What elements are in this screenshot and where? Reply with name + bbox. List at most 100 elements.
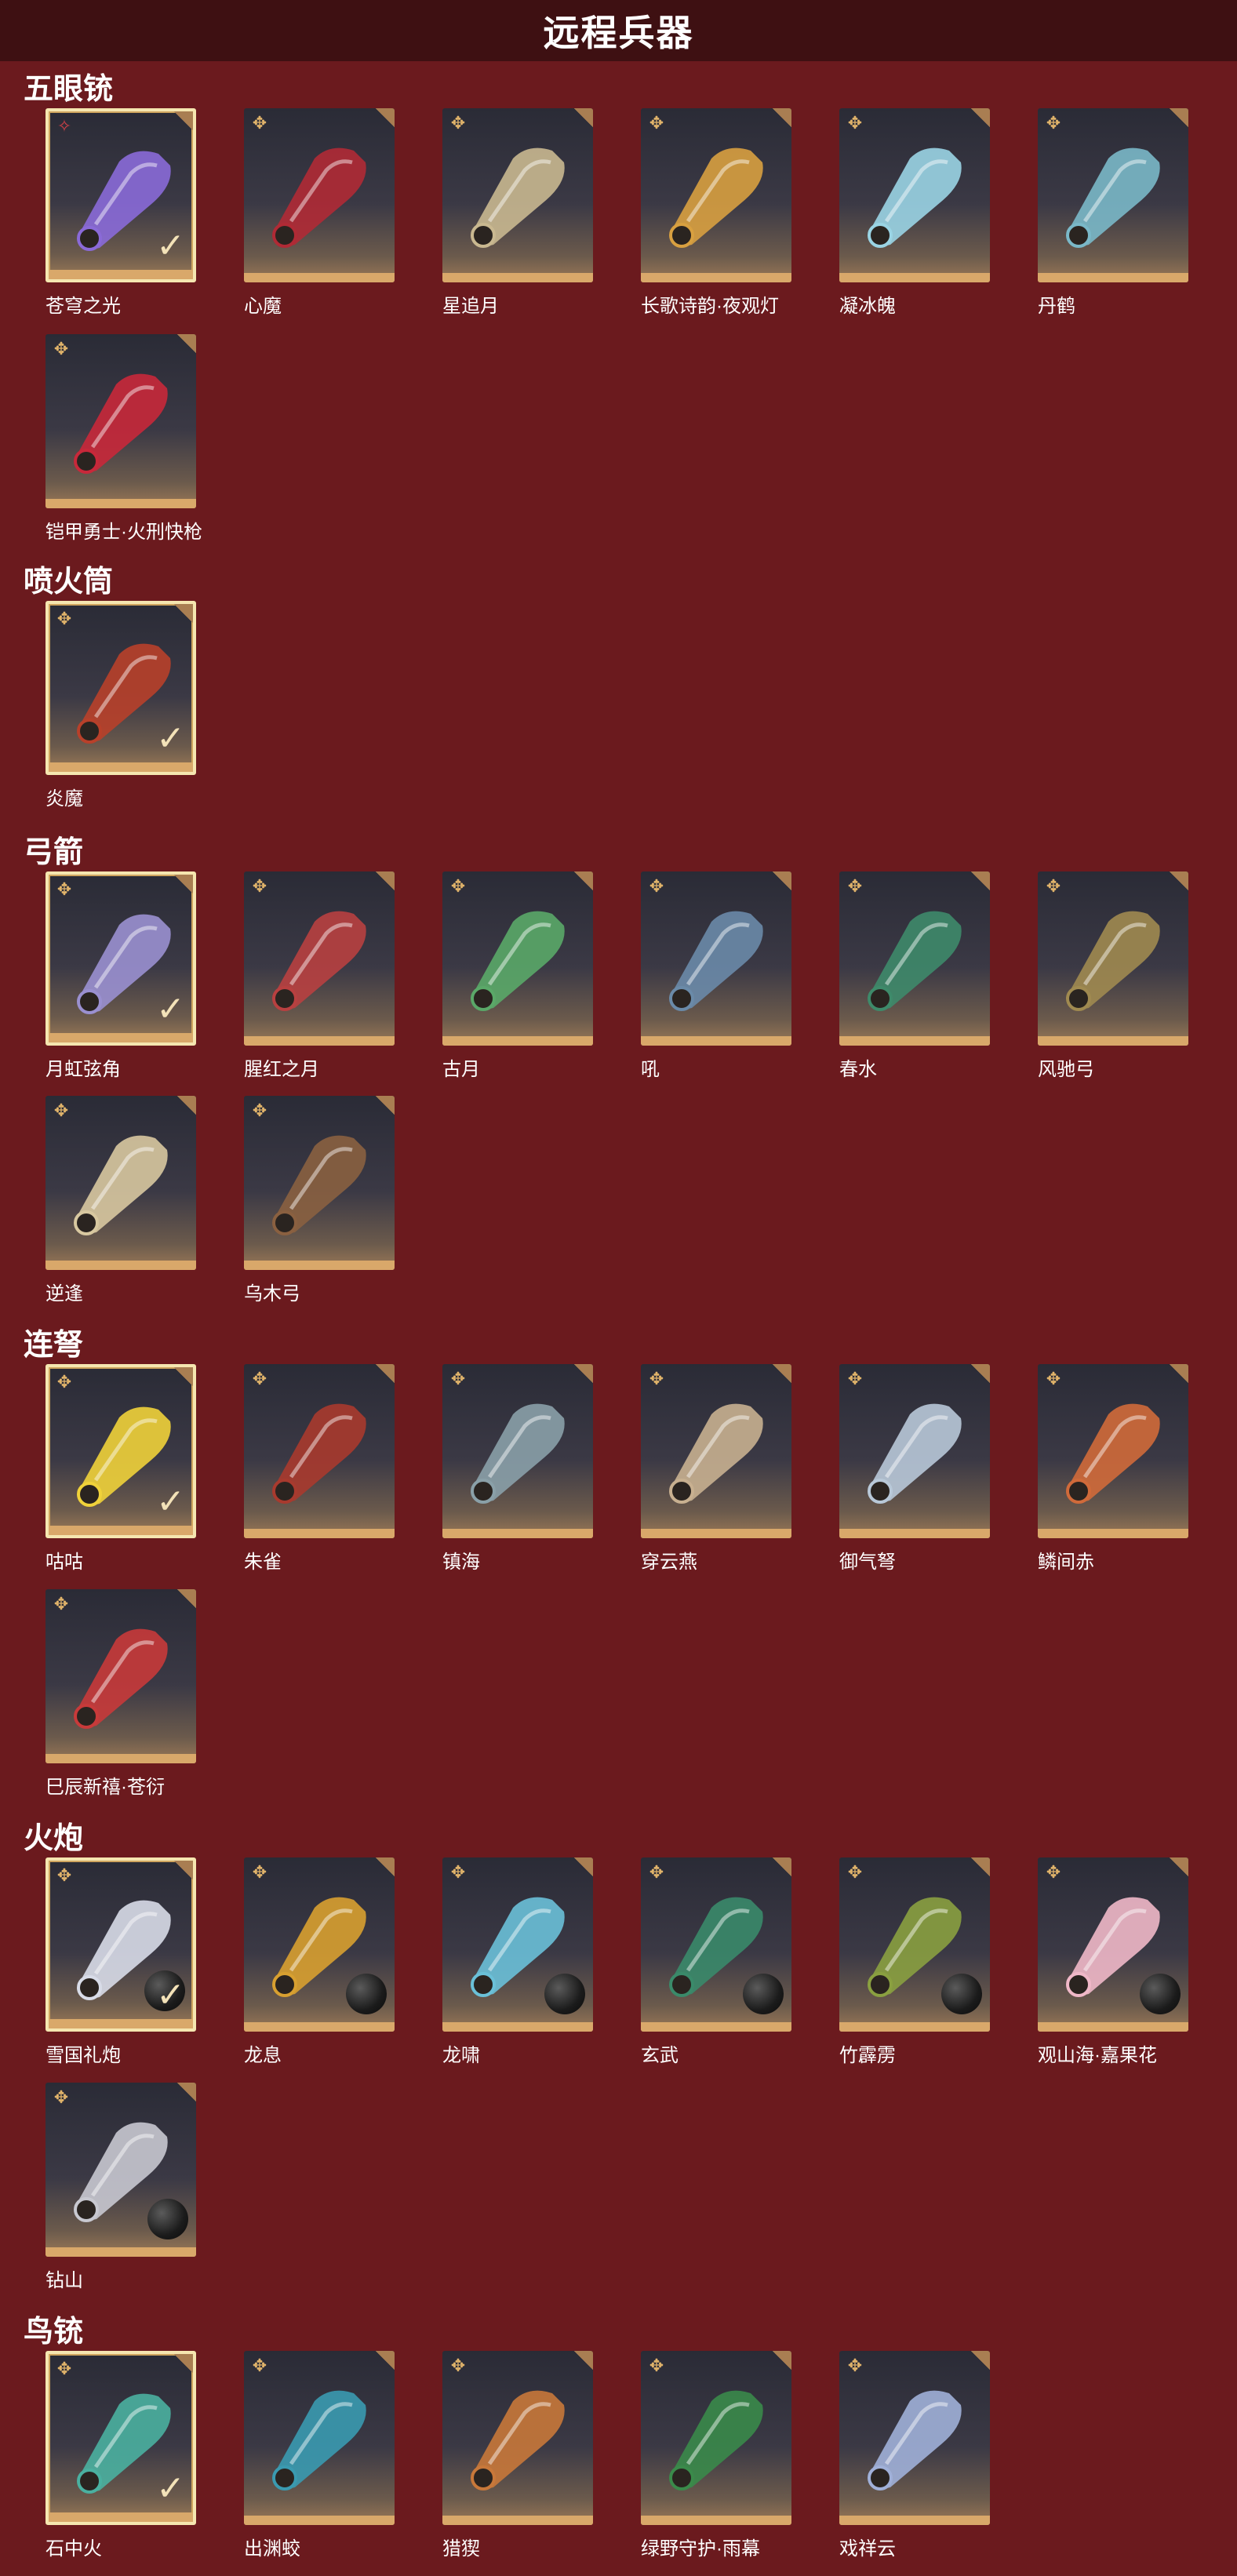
weapon-card[interactable]: ✥ 竹霹雳: [839, 1857, 990, 2090]
weapon-thumbnail[interactable]: ✥: [641, 1364, 791, 1538]
weapon-thumbnail[interactable]: ✥: [1038, 871, 1188, 1046]
weapon-card[interactable]: ✥ 戏祥云: [839, 2351, 990, 2576]
weapon-card[interactable]: ✥ 鳞间赤: [1038, 1364, 1188, 1597]
weapon-thumbnail[interactable]: ✥: [641, 108, 791, 282]
weapon-card[interactable]: ✥ 铠甲勇士·火刑快枪: [45, 334, 202, 567]
weapon-thumbnail[interactable]: ✥: [45, 1589, 196, 1763]
corner-tab: [174, 1367, 193, 1386]
card-bottom-bar: [839, 1529, 990, 1538]
corner-tab: [971, 1364, 990, 1383]
weapon-thumbnail[interactable]: ✥: [839, 1857, 990, 2032]
weapon-card[interactable]: ✥ 风驰弓: [1038, 871, 1188, 1104]
weapon-thumbnail[interactable]: ✥: [442, 108, 593, 282]
weapon-card[interactable]: ✥ 巳辰新禧·苍衍: [45, 1589, 196, 1822]
corner-tab: [574, 2351, 593, 2370]
weapon-thumbnail[interactable]: ✥: [244, 871, 395, 1046]
card-bottom-bar: [839, 2516, 990, 2525]
weapon-thumbnail[interactable]: ✥: [244, 1857, 395, 2032]
weapon-thumbnail[interactable]: ✥: [45, 334, 196, 508]
weapon-card[interactable]: ✥ 龙啸: [442, 1857, 593, 2090]
check-icon: ✓: [156, 719, 185, 759]
weapon-thumbnail[interactable]: ✥ ✓: [45, 1857, 196, 2032]
weapon-thumbnail[interactable]: ✥: [641, 2351, 791, 2525]
weapon-card[interactable]: ✥ ✓ 月虹弦角: [45, 871, 196, 1104]
weapon-thumbnail[interactable]: ✥: [839, 871, 990, 1046]
weapon-card[interactable]: ✥ 出渊蛟: [244, 2351, 395, 2576]
weapon-card[interactable]: ✥ 玄武: [641, 1857, 791, 2090]
weapon-thumbnail[interactable]: ✥: [442, 1857, 593, 2032]
weapon-card[interactable]: ✥ ✓ 雪国礼炮: [45, 1857, 196, 2090]
weapon-thumbnail[interactable]: ✧ ✓: [45, 108, 196, 282]
corner-tab: [376, 1096, 395, 1115]
weapon-card[interactable]: ✥ 丹鹤: [1038, 108, 1188, 341]
weapon-card[interactable]: ✧ ✓ 苍穹之光: [45, 108, 196, 341]
weapon-card[interactable]: ✥ 腥红之月: [244, 871, 395, 1104]
weapon-card[interactable]: ✥ 朱雀: [244, 1364, 395, 1597]
corner-tab: [376, 2351, 395, 2370]
corner-tab: [773, 108, 791, 127]
weapon-name: 心魔: [244, 296, 282, 317]
weapon-thumbnail[interactable]: ✥ ✓: [45, 1364, 196, 1538]
weapon-name: 龙啸: [442, 2045, 480, 2066]
weapon-card[interactable]: ✥ 逆逢: [45, 1096, 196, 1329]
weapon-thumbnail[interactable]: ✥ ✓: [45, 871, 196, 1046]
weapon-thumbnail[interactable]: ✥: [244, 2351, 395, 2525]
weapon-thumbnail[interactable]: ✥: [1038, 1857, 1188, 2032]
weapon-name: 巳辰新禧·苍衍: [45, 1777, 165, 1798]
weapon-icon: [1066, 1403, 1160, 1504]
weapon-thumbnail[interactable]: ✥: [244, 1364, 395, 1538]
weapon-card[interactable]: ✥ 春水: [839, 871, 990, 1104]
corner-tab: [773, 1364, 791, 1383]
weapon-card[interactable]: ✥ 星追月: [442, 108, 593, 341]
weapon-name: 月虹弦角: [45, 1059, 121, 1080]
weapon-thumbnail[interactable]: ✥: [442, 2351, 593, 2525]
weapon-thumbnail[interactable]: ✥: [839, 1364, 990, 1538]
weapon-card[interactable]: ✥ 乌木弓: [244, 1096, 395, 1329]
corner-tab: [574, 1364, 593, 1383]
weapon-icon: [669, 147, 763, 248]
weapon-name: 风驰弓: [1038, 1059, 1094, 1080]
card-bottom-bar: [49, 762, 193, 772]
weapon-thumbnail[interactable]: ✥: [244, 108, 395, 282]
weapon-card[interactable]: ✥ 心魔: [244, 108, 395, 341]
weapon-card[interactable]: ✥ 古月: [442, 871, 593, 1104]
card-bottom-bar: [839, 273, 990, 282]
card-bottom-bar: [45, 1261, 196, 1270]
weapon-card[interactable]: ✥ 吼: [641, 871, 791, 1104]
weapon-thumbnail[interactable]: ✥: [45, 1096, 196, 1270]
weapon-card[interactable]: ✥ 御气弩: [839, 1364, 990, 1597]
weapon-card[interactable]: ✥ 镇海: [442, 1364, 593, 1597]
card-bottom-bar: [49, 2512, 193, 2522]
weapon-card[interactable]: ✥ ✓ 炎魔: [45, 601, 196, 834]
weapon-icon: [471, 147, 565, 248]
weapon-thumbnail[interactable]: ✥: [641, 871, 791, 1046]
weapon-thumbnail[interactable]: ✥: [839, 108, 990, 282]
weapon-card[interactable]: ✥ 观山海·嘉果花: [1038, 1857, 1188, 2090]
weapon-card[interactable]: ✥ ✓ 咕咕: [45, 1364, 196, 1597]
weapon-card[interactable]: ✥ 龙息: [244, 1857, 395, 2090]
weapon-thumbnail[interactable]: ✥: [442, 1364, 593, 1538]
weapon-card[interactable]: ✥ 猎猰: [442, 2351, 593, 2576]
weapon-thumbnail[interactable]: ✥ ✓: [45, 601, 196, 775]
weapon-thumbnail[interactable]: ✥ ✓: [45, 2351, 196, 2525]
weapon-thumbnail[interactable]: ✥: [839, 2351, 990, 2525]
weapon-thumbnail[interactable]: ✥: [1038, 108, 1188, 282]
weapon-thumbnail[interactable]: ✥: [442, 871, 593, 1046]
weapon-thumbnail[interactable]: ✥: [45, 2083, 196, 2257]
weapon-thumbnail[interactable]: ✥: [641, 1857, 791, 2032]
weapon-card[interactable]: ✥ 绿野守护·雨幕: [641, 2351, 791, 2576]
weapon-thumbnail[interactable]: ✥: [244, 1096, 395, 1270]
weapon-card[interactable]: ✥ 凝冰魄: [839, 108, 990, 341]
weapon-name: 苍穹之光: [45, 296, 121, 317]
weapon-card[interactable]: ✥ 穿云燕: [641, 1364, 791, 1597]
weapon-name: 玄武: [641, 2045, 679, 2066]
weapon-card[interactable]: ✥ 长歌诗韵·夜观灯: [641, 108, 791, 341]
card-bottom-bar: [49, 1033, 193, 1042]
card-bottom-bar: [1038, 2022, 1188, 2032]
corner-tab: [376, 108, 395, 127]
weapon-card[interactable]: ✥ 钻山: [45, 2083, 196, 2316]
weapon-thumbnail[interactable]: ✥: [1038, 1364, 1188, 1538]
corner-tab: [1170, 1857, 1188, 1876]
weapon-card[interactable]: ✥ ✓ 石中火: [45, 2351, 196, 2576]
weapon-icon: [669, 2390, 763, 2490]
